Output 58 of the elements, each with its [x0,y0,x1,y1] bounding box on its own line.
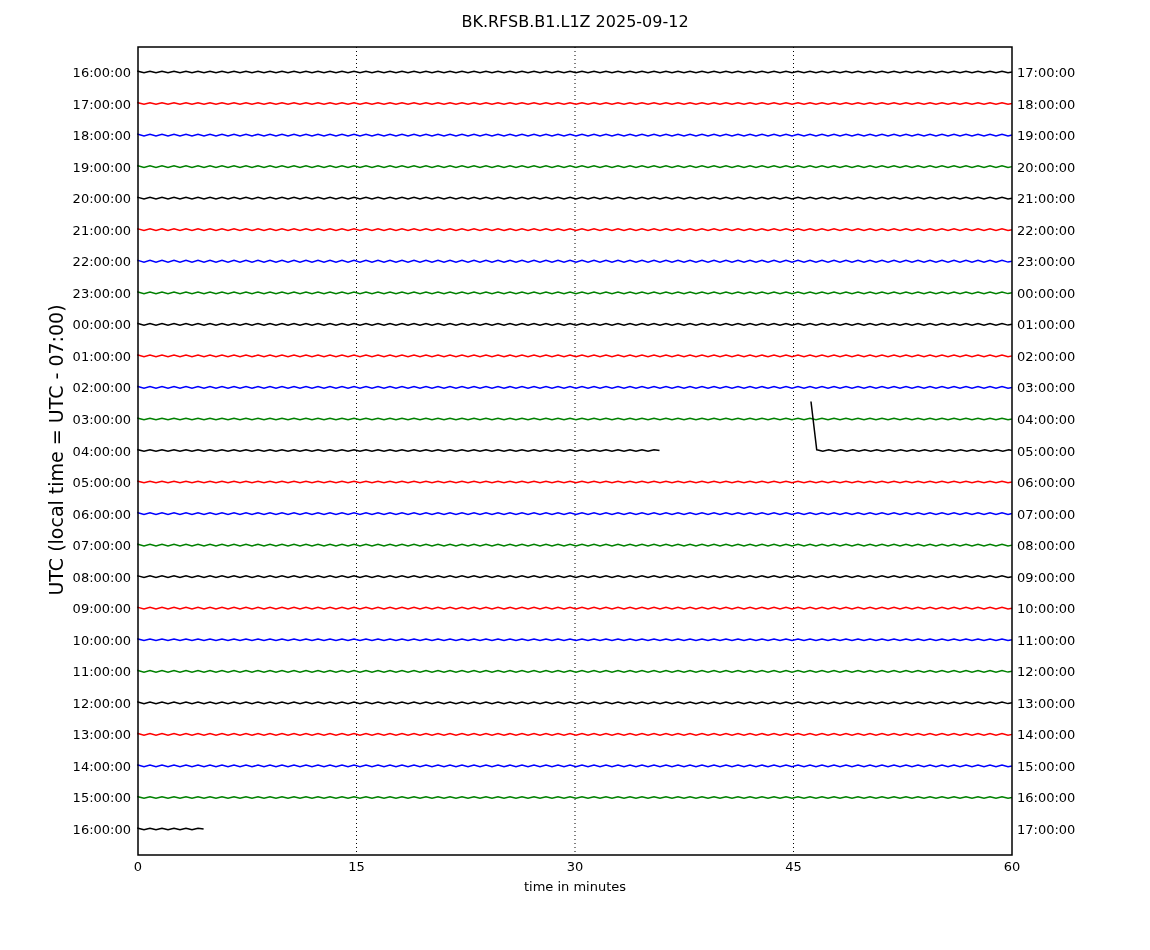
row-end-time: 01:00:00 [1017,317,1076,333]
row-end-time: 22:00:00 [1017,222,1076,238]
row-end-time: 05:00:00 [1017,443,1076,459]
row-end-time: 16:00:00 [1017,790,1076,806]
row-end-time: 17:00:00 [1017,822,1076,837]
row-end-time: 06:00:00 [1017,475,1076,491]
row-start-time: 00:00:00 [72,317,131,333]
x-tick-label: 60 [1003,859,1021,874]
row-end-time: 11:00:00 [1017,632,1076,648]
x-axis-label: time in minutes [523,879,627,894]
row-start-time: 18:00:00 [72,128,131,144]
row-end-time: 13:00:00 [1017,695,1076,711]
row-start-time: 15:00:00 [72,790,131,806]
row-start-time: 19:00:00 [72,159,131,175]
row-start-time: 11:00:00 [72,664,131,680]
row-start-time: 14:00:00 [72,758,131,774]
chart-title: BK.RFSB.B1.L1Z 2025-09-12 [461,12,689,31]
row-start-time: 21:00:00 [72,222,131,238]
row-end-time: 20:00:00 [1017,159,1076,175]
y-axis-label: UTC (local time = UTC - 07:00) [45,304,67,596]
row-start-time: 23:00:00 [72,285,131,301]
row-start-time: 01:00:00 [72,348,131,364]
row-end-time: 00:00:00 [1017,285,1076,301]
row-end-time: 12:00:00 [1017,664,1076,680]
row-end-time: 23:00:00 [1017,254,1076,270]
row-end-time: 03:00:00 [1017,380,1076,396]
row-start-time: 06:00:00 [72,506,131,522]
row-end-time: 04:00:00 [1017,411,1076,427]
row-start-time: 12:00:00 [72,695,131,711]
row-start-time: 13:00:00 [72,727,131,743]
row-end-time: 09:00:00 [1017,569,1076,585]
x-tick-label: 45 [785,859,802,874]
row-end-time: 02:00:00 [1017,348,1076,364]
row-end-time: 10:00:00 [1017,601,1076,617]
row-start-time: 03:00:00 [72,411,131,427]
row-start-time: 10:00:00 [72,632,131,648]
row-start-time: 17:00:00 [72,96,131,112]
row-start-time: 16:00:00 [72,822,131,837]
row-end-time: 21:00:00 [1017,191,1076,207]
row-end-time: 08:00:00 [1017,538,1076,554]
row-end-time: 07:00:00 [1017,506,1076,522]
x-tick-label: 15 [348,859,365,874]
row-end-time: 14:00:00 [1017,727,1076,743]
row-end-time: 19:00:00 [1017,128,1076,144]
row-end-time: 18:00:00 [1017,96,1076,112]
x-tick-label: 0 [133,859,143,874]
row-start-time: 08:00:00 [72,569,131,585]
row-end-time: 17:00:00 [1017,65,1076,80]
x-tick-label: 30 [566,859,584,874]
row-start-time: 05:00:00 [72,475,131,491]
row-end-time: 15:00:00 [1017,758,1076,774]
row-start-time: 09:00:00 [72,601,131,617]
row-start-time: 04:00:00 [72,443,131,459]
row-start-time: 20:00:00 [72,191,131,207]
row-start-time: 02:00:00 [72,380,131,396]
row-start-time: 07:00:00 [72,538,131,554]
row-start-time: 22:00:00 [72,254,131,270]
row-start-time: 16:00:00 [72,65,131,80]
